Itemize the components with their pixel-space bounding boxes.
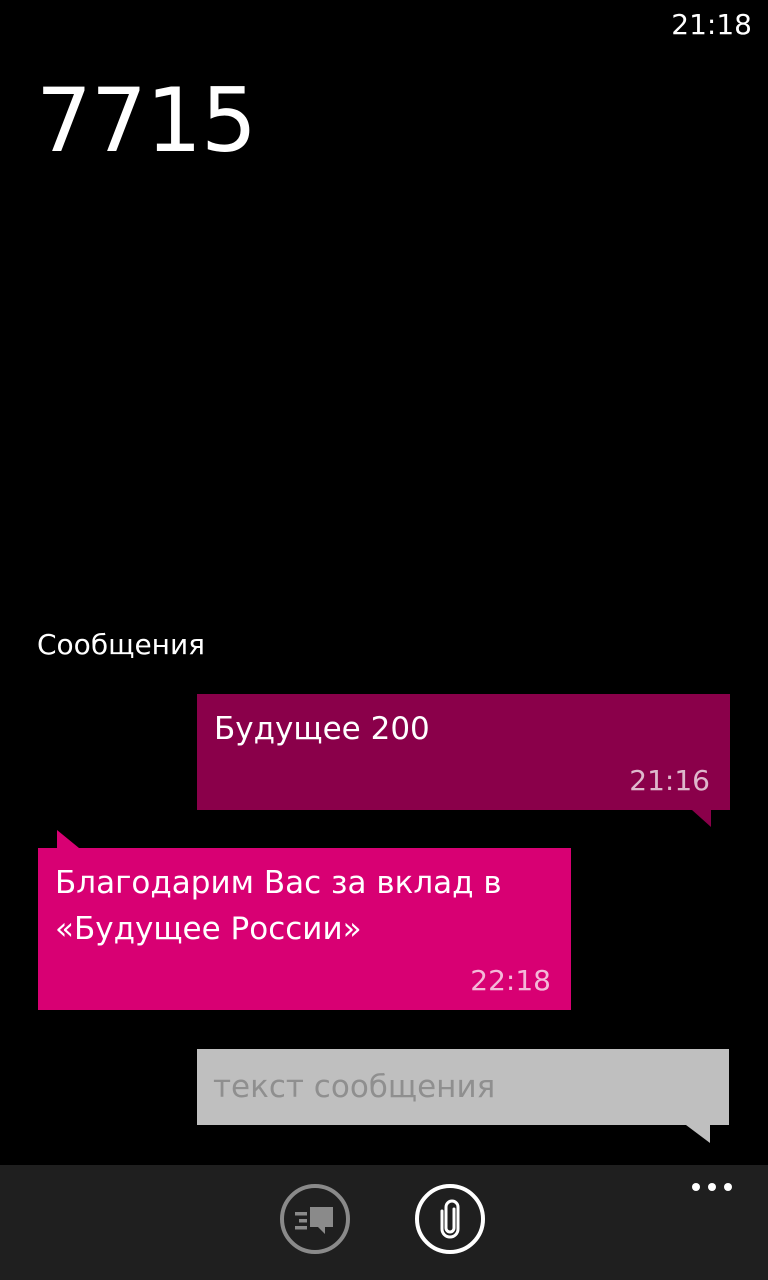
voice-to-text-icon	[295, 1207, 333, 1234]
more-dot	[692, 1183, 700, 1191]
attach-button[interactable]	[415, 1184, 485, 1254]
incoming-message-bubble[interactable]: Благодарим Вас за вклад в «Будущее Росси…	[38, 830, 571, 1010]
message-input[interactable]	[197, 1049, 729, 1125]
more-dot	[724, 1183, 732, 1191]
outgoing-message-bubble[interactable]: Будущее 200 21:16	[197, 694, 730, 827]
more-dot	[708, 1183, 716, 1191]
message-text: Будущее 200	[214, 711, 430, 747]
section-label: Сообщения	[37, 628, 206, 661]
app-bar	[0, 1165, 768, 1280]
contact-title: 7715	[36, 69, 257, 172]
message-time: 21:16	[629, 764, 710, 797]
voice-to-text-button[interactable]	[280, 1184, 350, 1254]
attach-paperclip-icon	[440, 1199, 460, 1239]
more-dots-icon[interactable]	[692, 1183, 732, 1191]
message-time: 22:18	[470, 964, 551, 997]
message-text: Благодарим Вас за вклад в «Будущее Росси…	[55, 865, 502, 947]
status-bar-time: 21:18	[671, 8, 752, 41]
message-input-tail	[686, 1125, 710, 1143]
